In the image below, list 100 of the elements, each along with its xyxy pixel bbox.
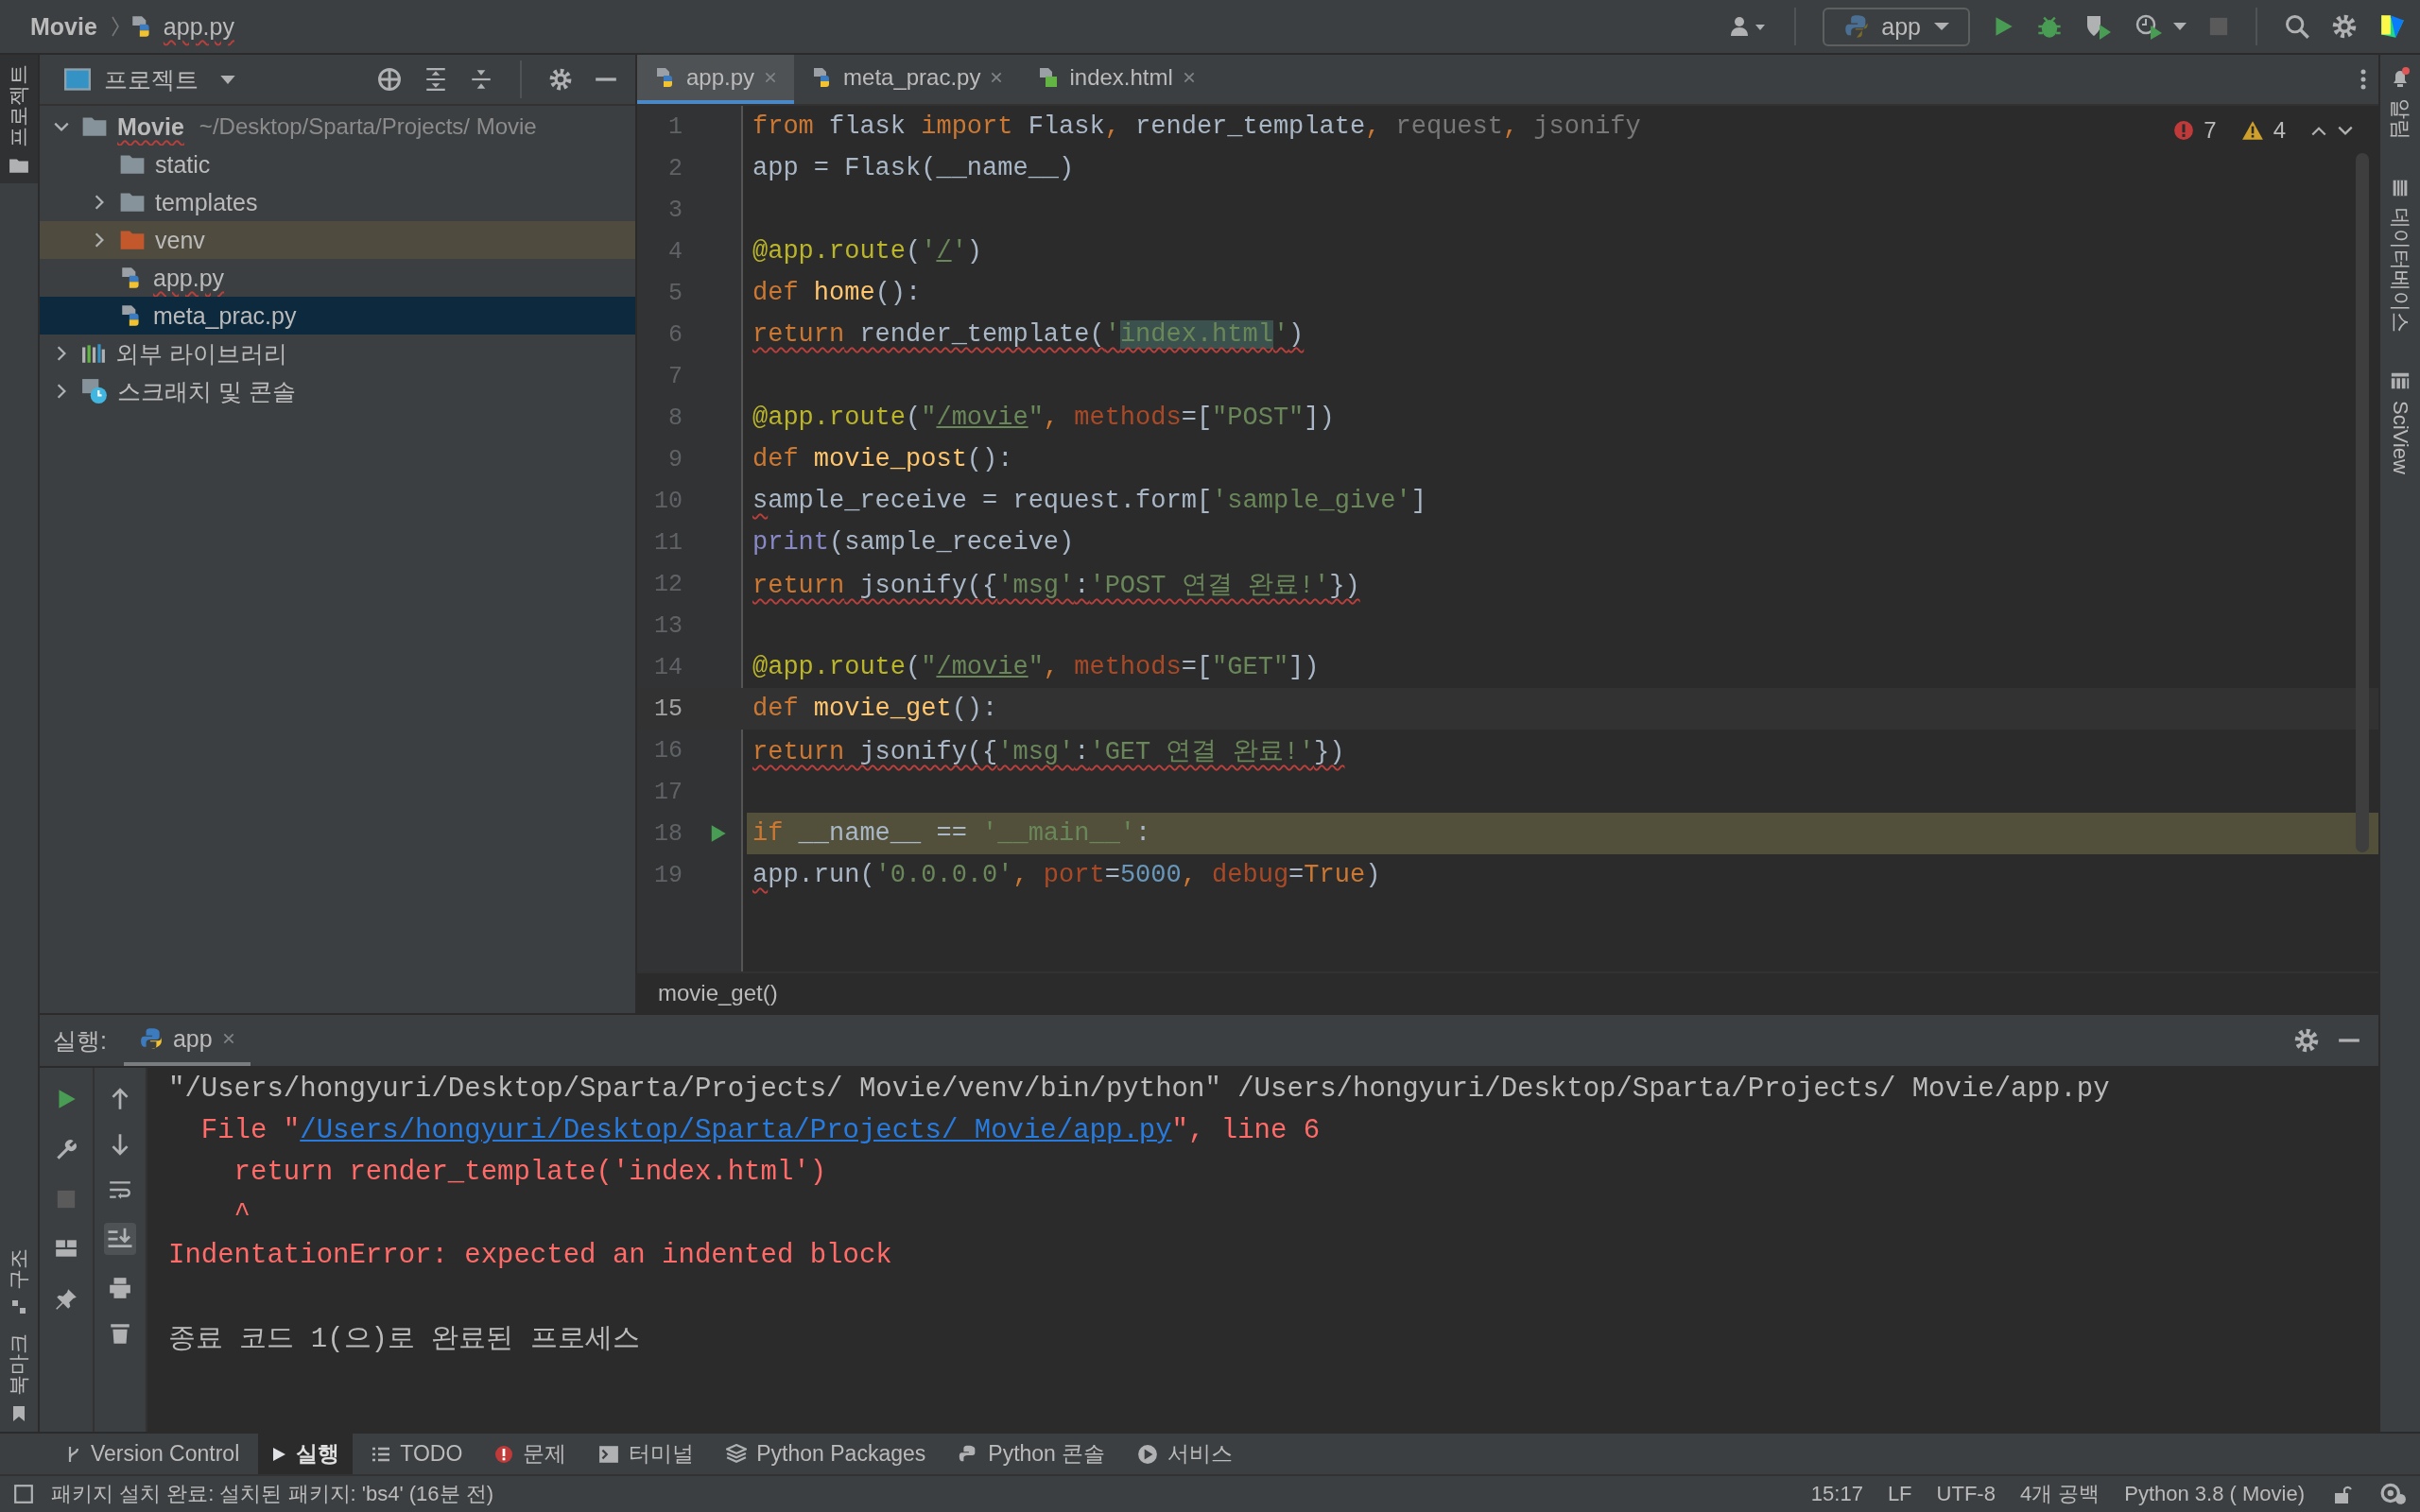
item-label: static (155, 150, 211, 179)
item-label: templates (155, 188, 258, 216)
folder-icon (119, 192, 146, 213)
bell-tool-button[interactable]: 알림 (2386, 66, 2414, 140)
print-icon[interactable] (108, 1276, 132, 1300)
error-icon (494, 1444, 514, 1464)
code-text: return jsonify({'msg':'POST 연결 완료!'}) (752, 571, 1360, 601)
editor-tab[interactable]: index.html (1020, 55, 1213, 104)
console-line: IndentationError: expected an indented block (168, 1239, 892, 1271)
status-message[interactable]: 패키지 설치 완료: 설치된 패키지: 'bs4' (16분 전) (51, 1480, 493, 1508)
scroll-to-end-icon[interactable] (104, 1223, 136, 1255)
close-icon[interactable] (221, 1032, 235, 1045)
console-line: "/Users/hongyuri/Desktop/Sparta/Projects/ Movie/venv/bin/python" /Users/hongyuri/Desktop/Sparta/Projects/ Movie/app.py (168, 1073, 2110, 1105)
status-item[interactable]: 15:17 (1810, 1482, 1863, 1506)
inspector-icon[interactable] (2380, 1483, 2407, 1505)
settings-icon[interactable] (548, 67, 573, 92)
breadcrumb-item[interactable]: movie_get() (658, 980, 778, 1006)
warning-count[interactable]: 4 (2273, 117, 2286, 144)
tree-item[interactable]: app.py (40, 259, 635, 297)
run-configuration-dropdown[interactable]: app (1823, 7, 1970, 46)
tree-item[interactable]: templates (40, 183, 635, 221)
folder-icon (9, 157, 29, 174)
structure-tool-button[interactable]: 구조 (5, 1239, 33, 1324)
code-text: from flask import Flask, render_template, request, jsonify (752, 112, 1641, 141)
chevron-down-icon[interactable] (2337, 125, 2354, 136)
warning-icon[interactable] (2240, 120, 2264, 141)
console-line: return render_template('index.html') (233, 1156, 827, 1188)
lock-icon[interactable] (2333, 1484, 2352, 1504)
tree-item[interactable]: venv (40, 221, 635, 259)
layout-toggle-icon[interactable] (13, 1484, 34, 1504)
trash-icon[interactable] (108, 1321, 132, 1346)
path-hint: ~/Desktop/Sparta/Projects/ Movie (199, 113, 537, 140)
tree-item[interactable]: Movie ~/Desktop/Sparta/Projects/ Movie (40, 108, 635, 146)
tool-window-tab[interactable]: Python 콘솔 (944, 1434, 1119, 1474)
error-icon[interactable] (2173, 120, 2195, 141)
code-text: print(sample_receive) (752, 528, 1075, 557)
close-icon[interactable] (990, 71, 1004, 84)
locate-icon[interactable] (376, 66, 403, 93)
tool-window-tab[interactable]: 실행 (258, 1434, 354, 1474)
error-count[interactable]: 7 (2204, 117, 2217, 144)
project-name[interactable]: Movie (30, 12, 97, 41)
status-item[interactable]: 4개 공백 (2019, 1480, 2100, 1508)
branch-icon (66, 1444, 81, 1464)
python-icon (138, 1026, 164, 1051)
file-link[interactable]: /Users/hongyuri/Desktop/Sparta/Projects/ Movie/app.py (300, 1114, 1172, 1146)
dropdown-icon[interactable] (2172, 22, 2187, 31)
folder-icon (119, 230, 146, 250)
settings-icon[interactable] (2331, 13, 2358, 40)
tool-window-tab[interactable]: Version Control (53, 1434, 253, 1474)
tree-item[interactable]: static (40, 146, 635, 183)
database-tool-button[interactable]: 데이터베이스 (2386, 178, 2414, 333)
tree-item[interactable]: meta_prac.py (40, 297, 635, 335)
folder-icon (81, 116, 108, 137)
search-icon[interactable] (2284, 13, 2310, 40)
code-text: def movie_post(): (752, 445, 1013, 473)
tree-item[interactable]: 스크래치 및 콘솔 (40, 372, 635, 410)
chevron-icon (110, 15, 120, 38)
grid-tool-button[interactable]: SciView (2388, 370, 2412, 474)
settings-icon[interactable] (2293, 1027, 2320, 1054)
scratch-clock-icon (81, 378, 108, 404)
code-text: sample_receive = request.form['sample_give'] (752, 487, 1426, 515)
scrollbar[interactable] (2356, 153, 2369, 852)
library-icon (81, 343, 106, 364)
code-text: @app.route('/') (752, 237, 983, 266)
code-text: def movie_get(): (752, 695, 998, 723)
code-text: @app.route("/movie", methods=["GET"]) (752, 653, 1320, 681)
tool-window-tab[interactable]: 문제 (481, 1434, 580, 1474)
item-label: Movie (117, 112, 184, 141)
pin-icon[interactable] (54, 1287, 78, 1312)
item-label: 스크래치 및 콘솔 (117, 376, 296, 406)
tool-window-tab[interactable]: TODO (358, 1434, 476, 1474)
code-text: @app.route("/movie", methods=["POST"]) (752, 404, 1335, 432)
bookmark-icon (11, 1405, 26, 1422)
status-item[interactable]: Python 3.8 ( Movie) (2124, 1482, 2305, 1506)
close-icon[interactable] (1182, 71, 1196, 84)
tree-item[interactable]: 외부 라이브러리 (40, 335, 635, 372)
app-logo-icon[interactable] (2378, 12, 2407, 41)
tool-window-tab[interactable]: 터미널 (585, 1434, 708, 1474)
project-tool-button[interactable]: 프로젝트 (0, 55, 38, 183)
panel-title[interactable]: 프로젝트 (104, 63, 199, 95)
dropdown-icon (1932, 21, 1951, 32)
bookmark-tool-button[interactable]: 북마크 (5, 1324, 33, 1432)
tool-window-tab[interactable]: 서비스 (1124, 1434, 1247, 1474)
editor-tab[interactable]: app.py (637, 55, 795, 104)
chevron-up-icon[interactable] (2310, 125, 2327, 136)
status-item[interactable]: UTF-8 (1936, 1482, 1996, 1506)
more-icon[interactable] (2360, 68, 2367, 91)
expand-all-icon[interactable] (424, 67, 448, 92)
collapse-all-icon[interactable] (469, 67, 493, 92)
tool-window-tab[interactable]: Python Packages (713, 1434, 940, 1474)
status-item[interactable]: LF (1887, 1482, 1912, 1506)
list-icon (372, 1446, 391, 1462)
item-label: app.py (153, 264, 225, 292)
editor-tab[interactable]: meta_prac.py (794, 55, 1021, 104)
wrench-icon[interactable] (54, 1138, 78, 1162)
file-name[interactable]: app.py (163, 12, 234, 41)
grid-icon (2390, 370, 2411, 391)
console-line: File "/Users/hongyuri/Desktop/Sparta/Projects/ Movie/app.py", line 6 (199, 1114, 1321, 1146)
structure-icon (11, 1299, 26, 1314)
dropdown-icon[interactable] (219, 74, 236, 85)
